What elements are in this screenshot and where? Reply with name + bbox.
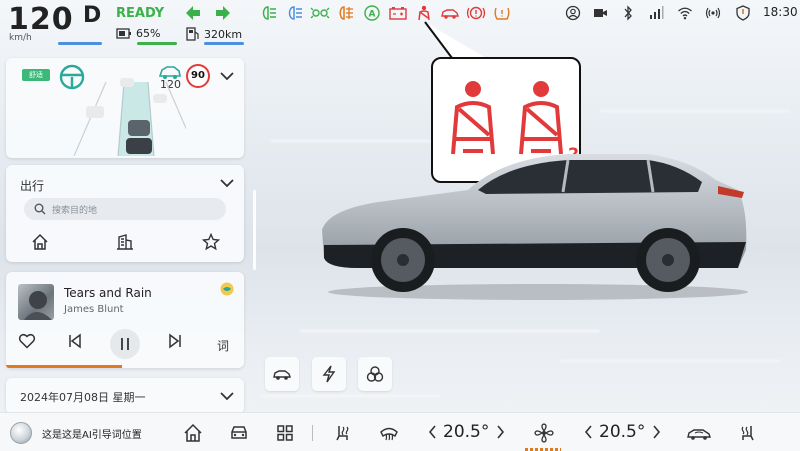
lightning-icon [322,365,336,383]
temp-left-increase-icon[interactable] [496,424,505,440]
car-view-button[interactable] [265,357,299,391]
car-side-icon [273,370,291,380]
drive-mode-tag: 舒适 [22,69,50,81]
battery-bar [137,42,177,45]
song-title: Tears and Rain [64,286,152,300]
date-text: 2024年07月08日 星期一 [20,391,146,404]
home-icon[interactable] [183,423,203,443]
seat-heat-left-icon[interactable] [333,423,353,443]
album-art[interactable] [18,284,54,320]
gear-indicator: D [83,3,102,28]
car-fault-icon [441,9,459,19]
brake-warning-icon [466,6,486,20]
ai-assistant-orb[interactable] [10,422,32,444]
bottom-dock: 这是这是AI引导词位置 20.5° 20.5° [0,412,800,451]
nav-title: 出行 [20,179,45,193]
ai-prompt-text[interactable]: 这是这是AI引导词位置 [42,426,142,441]
chevron-down-icon[interactable] [220,71,234,81]
status-bar: 120 km/h D READY 65% 320km A 18:30 [0,0,800,50]
defrost-icon[interactable] [379,423,399,443]
search-placeholder: 搜索目的地 [52,206,98,216]
scrollbar-thumb[interactable] [253,190,256,270]
temp-right-increase-icon[interactable] [652,424,661,440]
battery-icon [116,28,131,39]
office-icon[interactable] [116,233,134,251]
speed-limit-sign: 90 [186,64,210,88]
speed-value: 120 [8,2,74,37]
user-icon[interactable] [565,5,581,21]
low-beam-icon [262,6,276,20]
range-status: 320km [186,27,242,41]
mode-button[interactable] [358,357,392,391]
search-icon [34,203,46,215]
pause-button[interactable] [110,329,140,359]
high-beam-icon [288,6,302,20]
previous-track-icon[interactable] [66,332,84,350]
fuel-pump-icon [186,27,199,41]
music-card[interactable]: Tears and Rain James Blunt 词 [6,272,244,368]
apps-grid-icon[interactable] [275,423,295,443]
bluetooth-icon[interactable] [620,5,636,21]
range-value: 320km [204,27,243,41]
home-icon[interactable] [31,233,49,251]
pause-icon [121,338,129,350]
dashcam-icon[interactable] [592,5,608,21]
song-artist: James Blunt [64,304,124,315]
destination-search-input[interactable]: 搜索目的地 [24,198,226,220]
ready-indicator: READY [116,6,165,21]
next-track-icon[interactable] [166,332,184,350]
speed-bar [58,42,102,45]
vehicle-image [322,154,748,300]
turn-right-icon [216,6,230,20]
chevron-down-icon[interactable] [220,391,234,401]
tire-pressure-icon [494,7,510,20]
lyrics-button[interactable]: 词 [217,337,229,354]
seatbelt-icon-passenger [519,81,563,155]
position-light-icon [310,7,330,19]
temp-right-value: 20.5° [599,422,646,442]
navigation-card[interactable]: 出行 搜索目的地 [6,165,244,262]
lane-visualization [73,78,186,156]
turn-left-icon [186,6,200,20]
temp-left-value: 20.5° [443,422,490,442]
star-icon[interactable] [202,233,220,251]
wifi-icon[interactable] [677,5,693,21]
sentry-shield-icon[interactable] [735,5,751,21]
seatbelt-warning-icon [418,5,430,21]
battery-percent: 65% [136,27,161,40]
dock-divider [312,425,313,441]
range-bar [204,42,244,45]
adas-card[interactable]: 舒适 120 90 [6,58,244,158]
speed-unit: km/h [9,33,32,43]
signal-icon [650,6,664,19]
album-art-image [24,291,52,320]
fog-light-icon [339,6,353,20]
playback-progress[interactable] [6,365,122,368]
date-card[interactable]: 2024年07月08日 星期一 [6,378,244,414]
svg-text:A: A [369,10,376,20]
seat-heat-right-icon[interactable] [737,423,757,443]
chevron-down-icon[interactable] [220,178,234,188]
battery-warning-icon [389,7,407,20]
temp-right-decrease-icon[interactable] [584,424,593,440]
battery-status: 65% [116,27,160,40]
car-front-icon[interactable] [229,423,249,443]
clock: 18:30 [763,5,798,19]
auto-hold-icon: A [364,5,380,21]
hotspot-icon[interactable] [705,5,721,21]
circles-icon [366,366,384,382]
car-recirculation-icon[interactable] [686,423,712,443]
favorite-heart-icon[interactable] [18,332,36,350]
seatbelt-icon-driver [451,81,495,155]
temp-left-decrease-icon[interactable] [428,424,437,440]
fan-icon[interactable] [534,423,554,443]
charge-button[interactable] [312,357,346,391]
music-source-icon[interactable] [220,282,234,296]
